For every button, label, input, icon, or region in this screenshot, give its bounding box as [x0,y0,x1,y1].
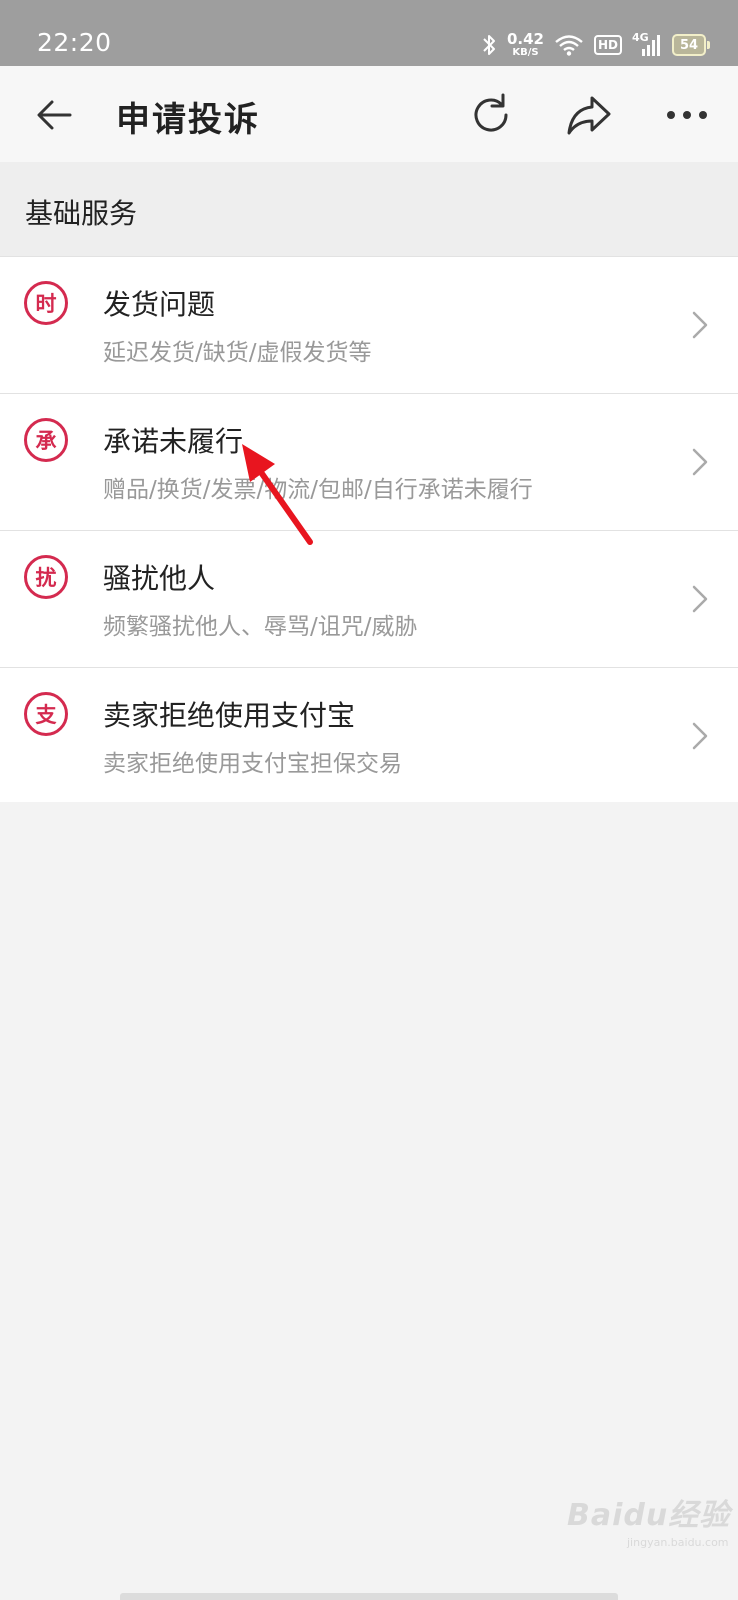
net-speed: 0.42 KB/S [507,32,544,58]
battery-level: 54 [672,34,706,56]
baidu-watermark-logo: Baidu经验 jingyan.baidu.com [567,1490,730,1549]
share-icon[interactable] [564,90,614,140]
list-item-shipping[interactable]: 时 发货问题 延迟发货/缺货/虚假发货等 [0,257,738,394]
section-title: 基础服务 [25,197,138,230]
status-time: 22:20 [37,28,112,57]
item-badge-icon: 承 [24,418,68,462]
item-badge-icon: 扰 [24,555,68,599]
bluetooth-icon [483,35,495,55]
chevron-right-icon [692,448,708,476]
list-item-alipay[interactable]: 支 卖家拒绝使用支付宝 卖家拒绝使用支付宝担保交易 [0,668,738,802]
chevron-right-icon [692,311,708,339]
chevron-right-icon [692,585,708,613]
signal-icon: 4G [632,31,662,57]
annotation-arrow-icon [242,444,313,545]
watermark-url: jingyan.baidu.com [627,1536,729,1549]
net-speed-value: 0.42 [506,30,544,48]
battery-icon: 54 [672,34,710,56]
bottom-handle [120,1593,618,1600]
wifi-icon [555,35,583,56]
more-icon[interactable] [662,90,712,140]
list-item-promise[interactable]: 承 承诺未履行 赠品/换货/发票/物流/包邮/自行承诺未履行 [0,394,738,531]
back-arrow-icon[interactable] [32,92,78,138]
section-header: 基础服务 [0,162,738,256]
item-title: 承诺未履行 [103,425,244,458]
page-title: 申请投诉 [116,100,260,140]
item-badge-icon: 时 [24,281,68,325]
status-bar: 22:20 0.42 KB/S HD 4G 54 [0,0,738,66]
item-badge-icon: 支 [24,692,68,736]
net-speed-unit: KB/S [512,47,539,58]
list-item-harassment[interactable]: 扰 骚扰他人 频繁骚扰他人、辱骂/诅咒/威胁 [0,531,738,668]
app-bar: 申请投诉 [0,66,738,162]
item-description: 频繁骚扰他人、辱骂/诅咒/威胁 [103,614,418,640]
refresh-icon[interactable] [466,90,516,140]
chevron-right-icon [692,722,708,750]
item-description: 延迟发货/缺货/虚假发货等 [103,340,372,366]
item-title: 卖家拒绝使用支付宝 [103,699,356,732]
hd-badge: HD [593,35,622,55]
watermark-text: Baidu经验 [567,1498,731,1533]
status-icons: 0.42 KB/S HD 4G 54 [481,30,710,60]
complaint-list: 时 发货问题 延迟发货/缺货/虚假发货等 承 承诺未履行 赠品/换货/发票/物流… [0,256,738,802]
item-title: 骚扰他人 [103,562,216,595]
item-description: 卖家拒绝使用支付宝担保交易 [103,751,402,777]
item-title: 发货问题 [103,288,216,321]
